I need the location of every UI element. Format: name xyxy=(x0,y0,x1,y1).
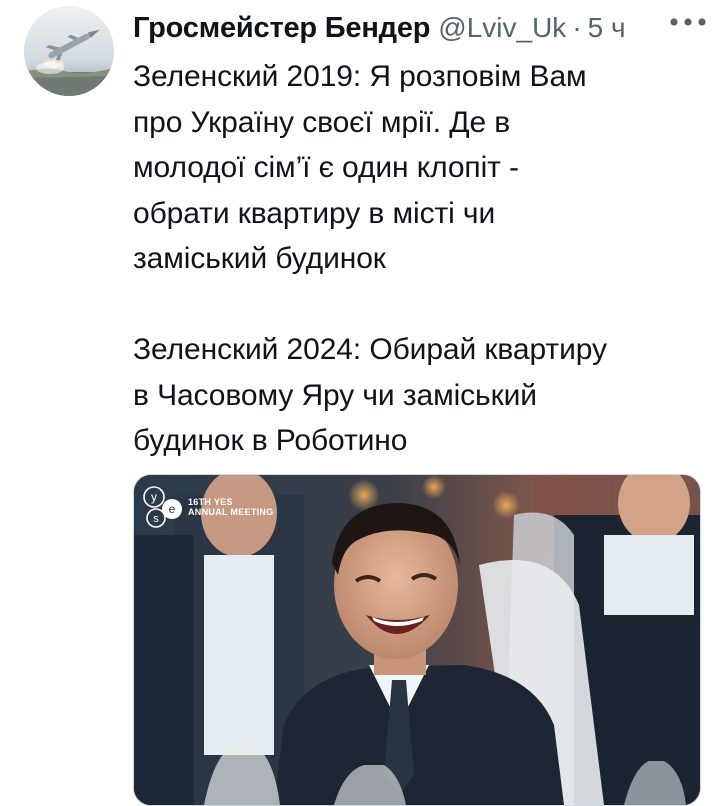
display-name[interactable]: Гросмейстер Бендер xyxy=(133,12,430,45)
avatar-image xyxy=(24,6,114,96)
more-options-button[interactable] xyxy=(666,6,710,38)
tweet-text: Зеленский 2019: Я розповім Вам про Украї… xyxy=(133,60,607,457)
tweet-header: Гросмейстер Бендер @Lviv_Uk · 5 ч xyxy=(133,8,708,48)
event-logo-icon: y e s xyxy=(143,486,182,528)
logo-letter-e: e xyxy=(169,502,176,516)
more-horizontal-icon xyxy=(670,18,706,26)
avatar[interactable] xyxy=(24,6,114,96)
timestamp[interactable]: 5 ч xyxy=(588,12,626,44)
photo-image xyxy=(134,475,700,805)
logo-letter-s: s xyxy=(153,513,159,525)
separator-dot: · xyxy=(572,12,582,43)
event-caption-line2: ANNUAL MEETING xyxy=(188,507,274,517)
event-caption: 16TH YES ANNUAL MEETING xyxy=(188,497,274,517)
event-caption-line1: 16TH YES xyxy=(188,497,233,507)
logo-letter-y: y xyxy=(151,490,157,504)
user-handle[interactable]: @Lviv_Uk xyxy=(438,12,566,44)
tweet-media-photo[interactable]: y e s 16TH YES ANNUAL MEETING xyxy=(133,474,701,806)
